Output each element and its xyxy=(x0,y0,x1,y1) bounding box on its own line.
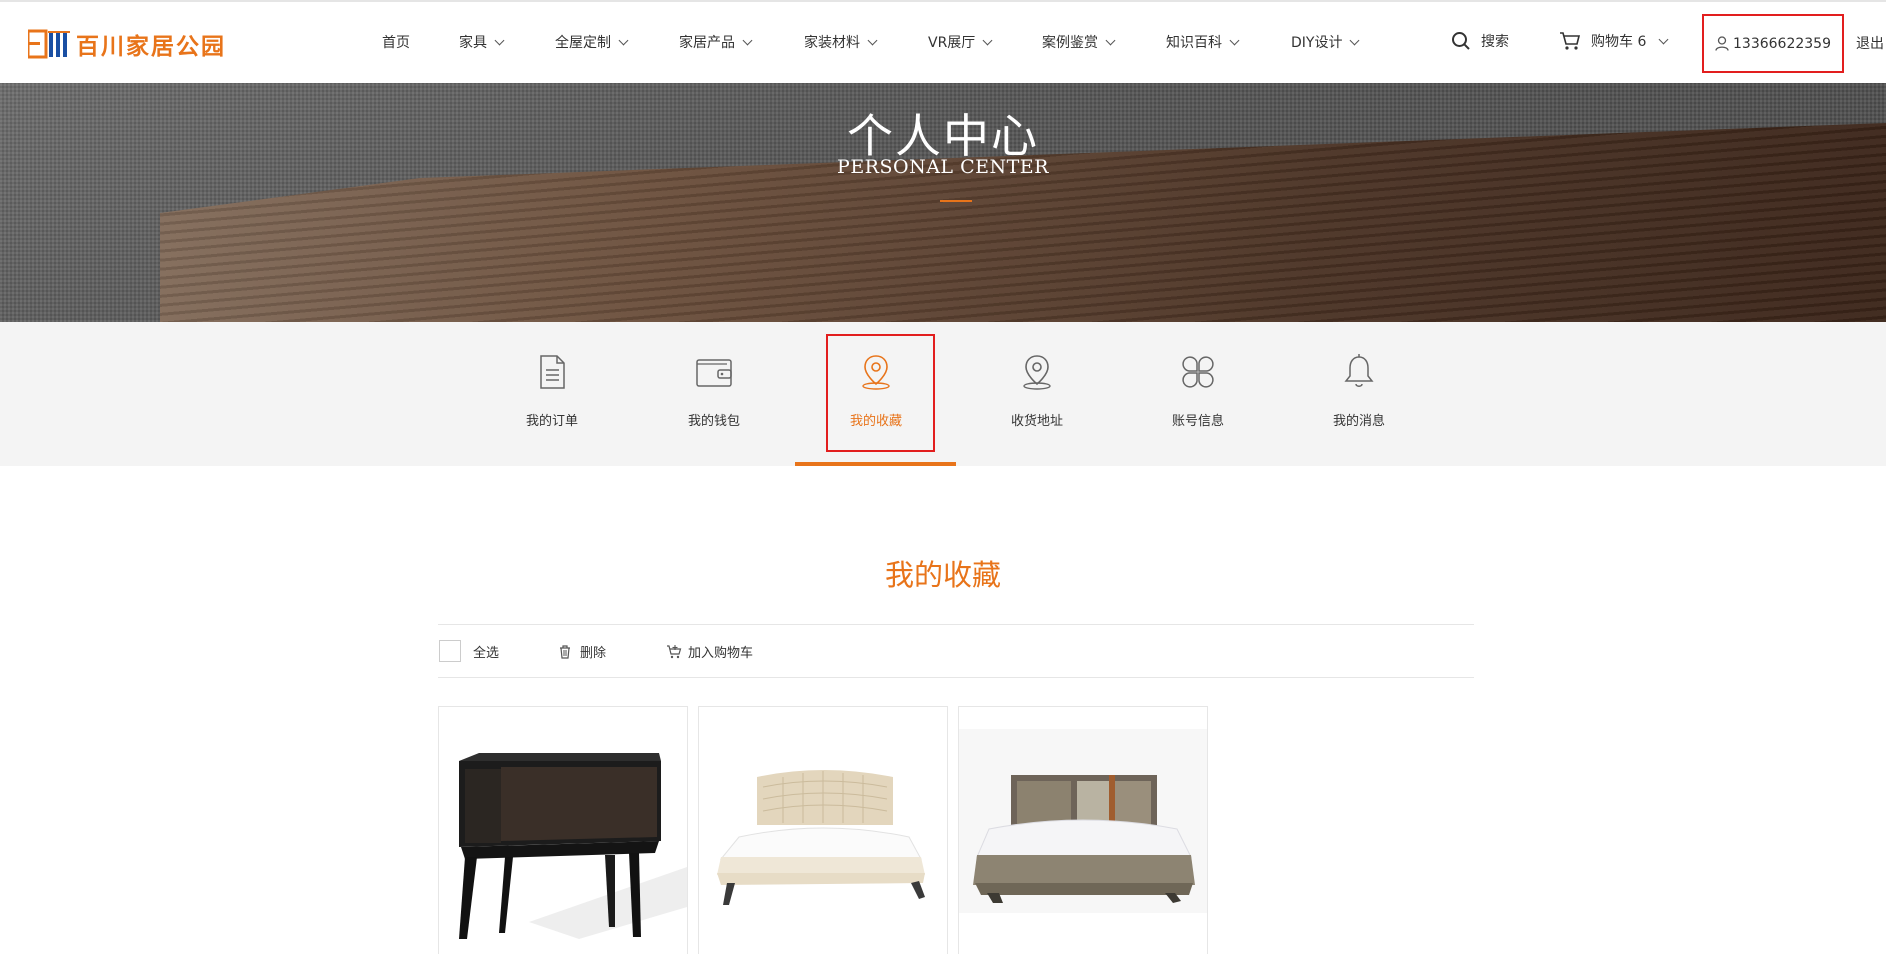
favorites-toolbar: 全选 删除 加入购物车 xyxy=(438,624,1474,678)
logo-mark-icon xyxy=(26,29,72,59)
site-header: 百川家居公园 首页 家具 全屋定制 家居产品 家装材料 VR展厅 案例鉴赏 知识… xyxy=(0,0,1886,83)
search-button[interactable]: 搜索 xyxy=(1451,31,1509,51)
tab-label: 我的订单 xyxy=(525,414,578,429)
logout-link[interactable]: 退出 xyxy=(1856,33,1884,53)
favorite-card[interactable] xyxy=(958,706,1208,954)
search-label: 搜索 xyxy=(1481,34,1509,50)
cart-button[interactable]: 购物车 6 xyxy=(1559,31,1669,51)
chevron-down-icon xyxy=(982,35,993,45)
add-cart-icon xyxy=(667,644,682,658)
nav-item-home-products[interactable]: 家居产品 xyxy=(679,32,753,52)
select-all-label: 全选 xyxy=(473,645,500,661)
cart-icon xyxy=(1560,32,1581,50)
banner-subtitle: PERSONAL CENTER xyxy=(837,156,1049,178)
favorites-tab-highlight-box xyxy=(826,334,935,452)
delete-button[interactable]: 删除 xyxy=(558,642,606,661)
chevron-down-icon xyxy=(618,35,629,45)
active-tab-indicator xyxy=(795,462,956,466)
chevron-down-icon xyxy=(867,35,878,45)
nav-item-furniture[interactable]: 家具 xyxy=(459,32,505,52)
section-title: 我的收藏 xyxy=(884,558,1001,592)
banner-divider xyxy=(940,200,972,202)
location-pin-icon xyxy=(1023,355,1051,390)
tab-my-wallet[interactable]: 我的钱包 xyxy=(634,322,794,466)
chevron-down-icon xyxy=(1658,34,1669,44)
add-to-cart-button[interactable]: 加入购物车 xyxy=(666,642,753,661)
chevron-down-icon xyxy=(1229,35,1240,45)
tab-label: 收货地址 xyxy=(1010,414,1063,429)
favorite-card[interactable] xyxy=(698,706,948,954)
nav-item-whole-house-custom[interactable]: 全屋定制 xyxy=(555,32,629,52)
chevron-down-icon xyxy=(1105,35,1116,45)
tab-label: 我的钱包 xyxy=(687,414,740,429)
nav-item-diy-design[interactable]: DIY设计 xyxy=(1291,32,1360,52)
nav-item-decoration-materials[interactable]: 家装材料 xyxy=(804,32,878,52)
select-all-checkbox[interactable]: 全选 xyxy=(439,640,499,662)
delete-label: 删除 xyxy=(580,646,607,661)
tab-my-orders[interactable]: 我的订单 xyxy=(472,322,632,466)
user-account-link[interactable]: 13366622359 xyxy=(1702,14,1844,73)
bell-icon xyxy=(1344,354,1374,387)
trash-icon xyxy=(560,645,570,659)
nightstand-product-image xyxy=(459,753,687,939)
logo-text: 百川家居公园 xyxy=(76,33,226,60)
nav-item-case-gallery[interactable]: 案例鉴赏 xyxy=(1042,32,1116,52)
chevron-down-icon xyxy=(1350,35,1360,45)
tab-label: 我的消息 xyxy=(1332,414,1385,429)
chevron-down-icon xyxy=(494,35,505,45)
beige-bed-product-image xyxy=(717,770,925,905)
tab-my-messages[interactable]: 我的消息 xyxy=(1279,322,1439,466)
personal-center-tabs: 我的订单 我的钱包 我的收藏 收货地址 账号信息 我的消息 xyxy=(0,322,1886,466)
wallet-icon xyxy=(696,359,732,387)
clover-grid-icon xyxy=(1182,356,1214,388)
site-logo[interactable]: 百川家居公园 xyxy=(26,27,226,61)
nav-item-knowledge[interactable]: 知识百科 xyxy=(1166,32,1240,52)
cart-label: 购物车 6 xyxy=(1591,34,1647,50)
search-icon xyxy=(1452,32,1470,50)
nav-item-home[interactable]: 首页 xyxy=(382,32,410,52)
order-document-icon xyxy=(540,355,565,389)
grey-bed-product-image xyxy=(959,729,1207,913)
checkbox[interactable] xyxy=(439,640,461,662)
tab-label: 账号信息 xyxy=(1171,414,1224,429)
chevron-down-icon xyxy=(742,35,753,45)
user-phone: 13366622359 xyxy=(1733,35,1831,52)
tab-shipping-address[interactable]: 收货地址 xyxy=(957,322,1117,466)
tab-account-info[interactable]: 账号信息 xyxy=(1118,322,1278,466)
user-icon xyxy=(1715,36,1729,51)
nav-item-vr-showroom[interactable]: VR展厅 xyxy=(928,32,993,52)
add-to-cart-label: 加入购物车 xyxy=(688,646,754,661)
favorite-card[interactable] xyxy=(438,706,688,954)
personal-center-banner: 个人中心 PERSONAL CENTER xyxy=(0,83,1886,322)
